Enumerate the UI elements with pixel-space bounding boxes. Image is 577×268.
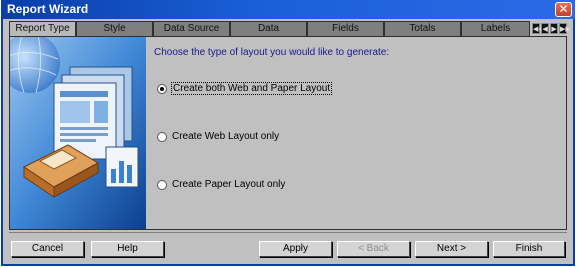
tab-fields[interactable]: Fields [307, 21, 384, 36]
radio-paper-only[interactable] [157, 179, 167, 190]
apply-button[interactable]: Apply [259, 241, 332, 257]
option-paper-only[interactable]: Create Paper Layout only [157, 179, 285, 190]
finish-button[interactable]: Finish [493, 241, 565, 257]
option-web-and-paper[interactable]: Create both Web and Paper Layout [157, 82, 333, 95]
option-web-only[interactable]: Create Web Layout only [157, 131, 279, 142]
tab-report-type[interactable]: Report Type [9, 21, 77, 36]
report-wizard-window: Report Wizard ✕ Report Type Style Data S… [1, 0, 575, 266]
cancel-button[interactable]: Cancel [11, 241, 84, 257]
scroll-first-icon[interactable]: ◀◀ [532, 23, 544, 34]
help-button[interactable]: Help [91, 241, 164, 257]
tab-labels[interactable]: Labels [460, 21, 531, 36]
close-icon: ✕ [558, 2, 569, 16]
button-bar: Cancel Help Apply < Back Next > Finish [9, 232, 567, 258]
tab-data-source[interactable]: Data Source [153, 21, 231, 36]
back-button[interactable]: < Back [337, 241, 410, 257]
tab-scroll-controls: ◀◀ ◀ ▶ ▶▶ [532, 21, 571, 36]
option-web-only-label: Create Web Layout only [172, 131, 280, 142]
next-button[interactable]: Next > [415, 241, 488, 257]
window-title: Report Wizard [7, 2, 89, 16]
chart-sheet [105, 146, 139, 188]
title-bar: Report Wizard ✕ [1, 0, 575, 19]
report-type-panel: Choose the type of layout you would like… [9, 36, 567, 230]
tab-style[interactable]: Style [76, 21, 154, 36]
document-stack [53, 66, 133, 160]
scroll-last-icon[interactable]: ▶▶ [559, 23, 571, 34]
wizard-illustration [10, 37, 146, 229]
option-paper-only-label: Create Paper Layout only [172, 179, 286, 190]
tab-totals[interactable]: Totals [383, 21, 461, 36]
radio-web-only[interactable] [157, 131, 167, 142]
tab-data[interactable]: Data [230, 21, 307, 36]
layout-prompt: Choose the type of layout you would like… [154, 47, 390, 58]
option-web-and-paper-label: Create both Web and Paper Layout [170, 82, 333, 95]
scroll-prev-icon[interactable]: ◀ [541, 23, 550, 34]
wizard-tabs: Report Type Style Data Source Data Field… [9, 21, 571, 36]
scroll-next-icon[interactable]: ▶ [550, 23, 559, 34]
radio-web-and-paper[interactable] [157, 83, 167, 94]
close-button[interactable]: ✕ [555, 2, 572, 17]
